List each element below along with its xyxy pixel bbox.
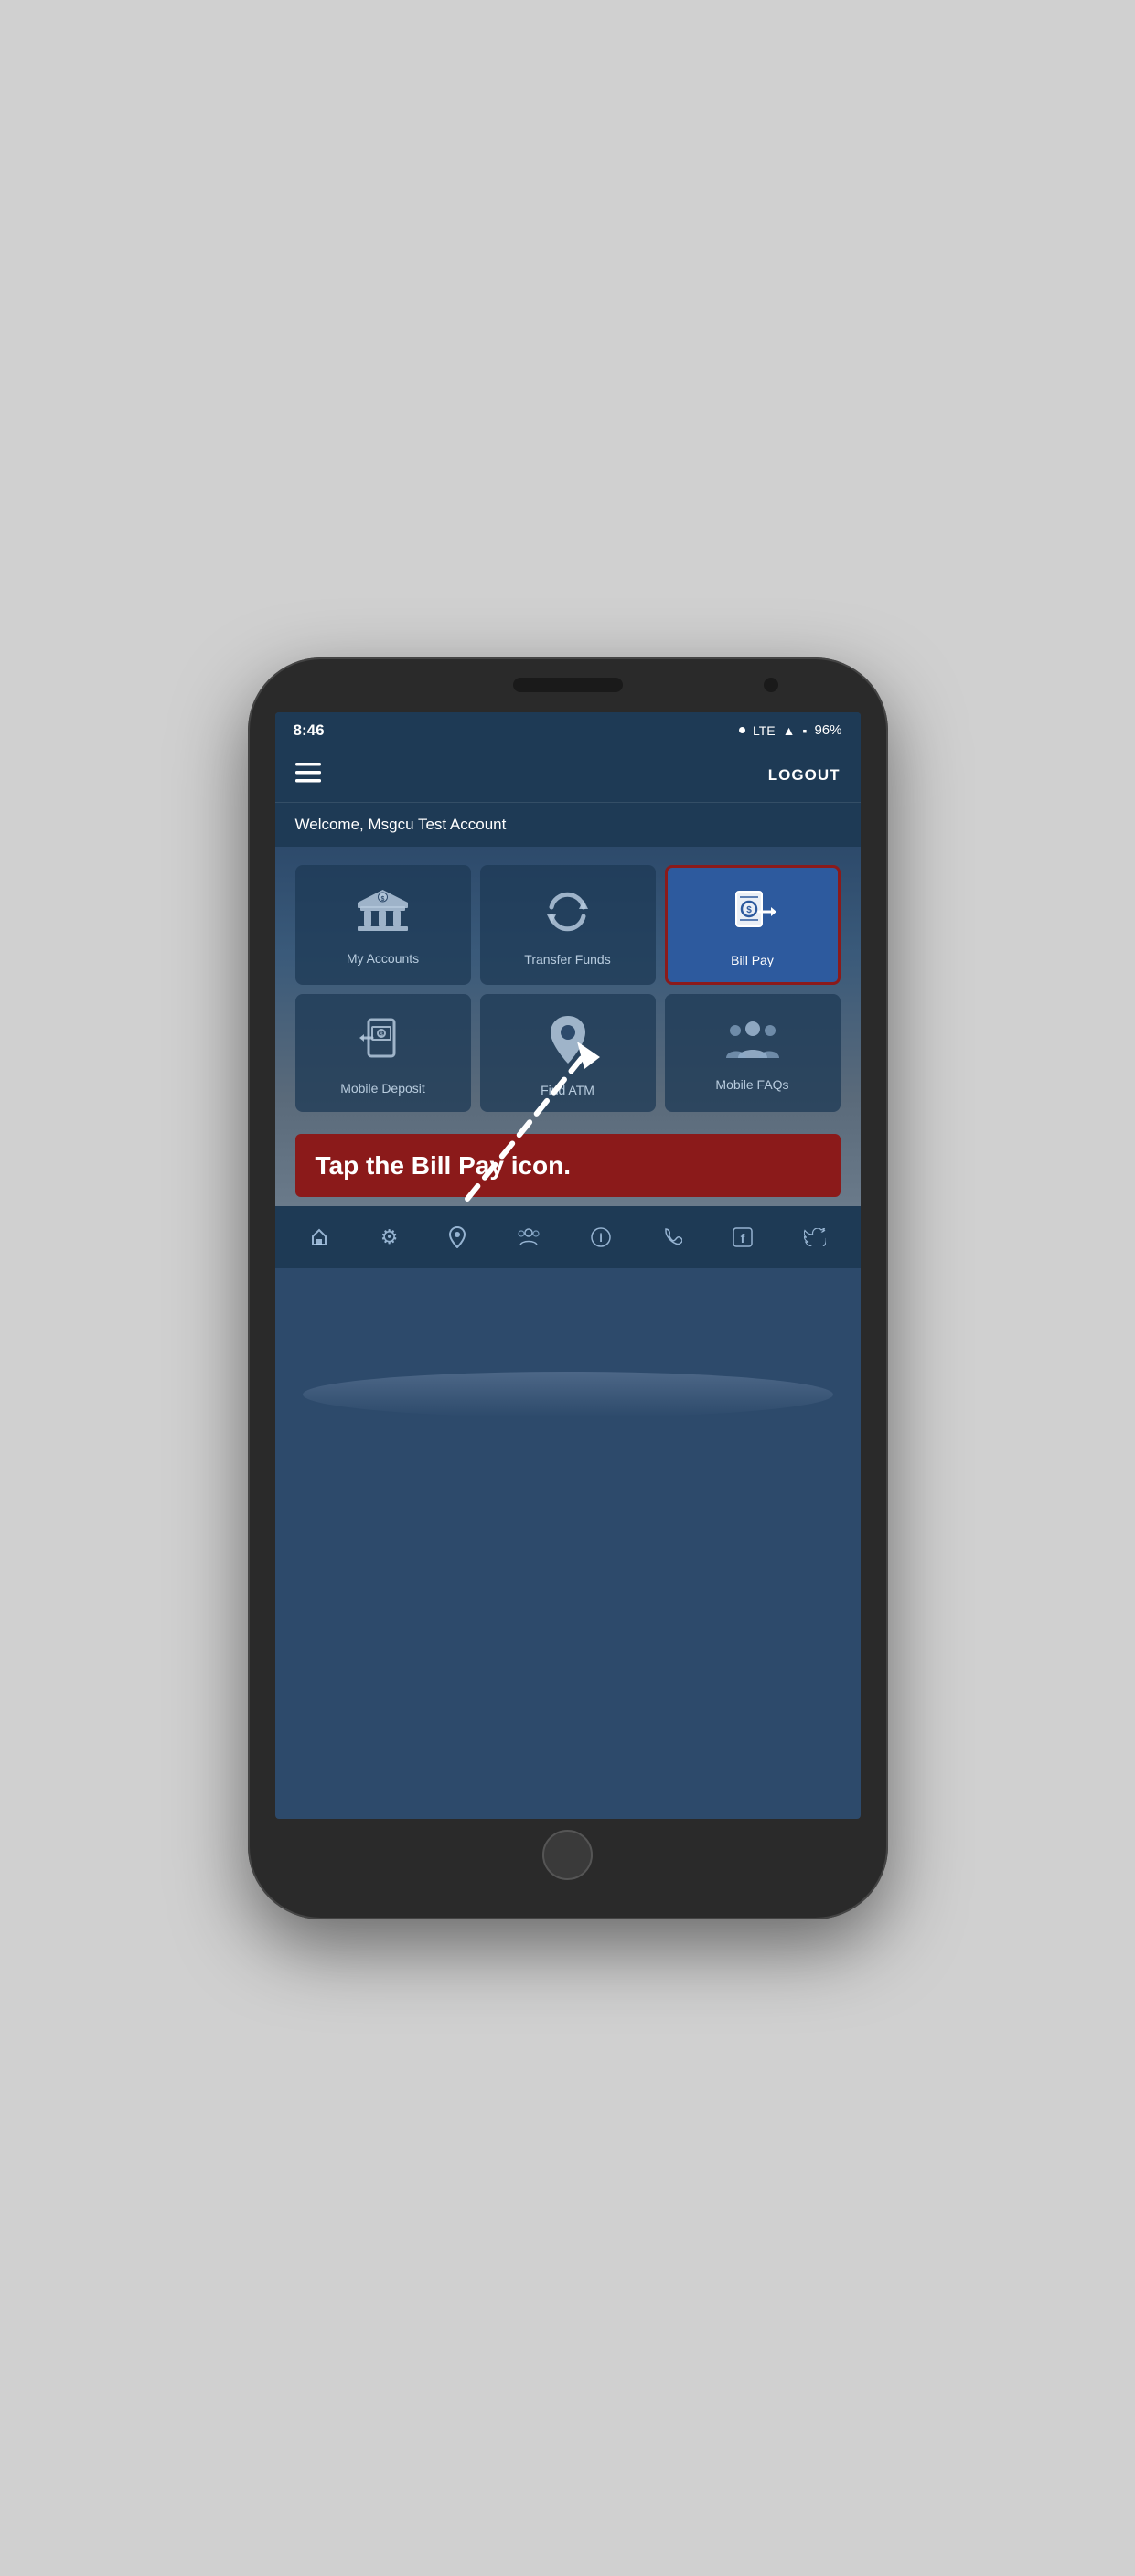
battery-percent: 96%: [814, 722, 841, 738]
home-button[interactable]: [542, 1830, 593, 1880]
mobile-deposit-label: Mobile Deposit: [340, 1081, 425, 1096]
phone-top-bar: [248, 657, 888, 712]
battery-icon: ▪: [803, 723, 808, 738]
phone-bottom: [248, 1819, 888, 1892]
status-bar: 8:46 LTE ▲ ▪ 96%: [275, 712, 861, 749]
header-bar: LOGOUT: [275, 749, 861, 802]
page-wrapper: 8:46 LTE ▲ ▪ 96% LOGOU: [0, 0, 1135, 2576]
signal-dot-icon: [739, 727, 745, 733]
tab-home-icon[interactable]: [309, 1227, 329, 1247]
mobile-faqs-tile[interactable]: Mobile FAQs: [665, 994, 841, 1112]
svg-text:i: i: [599, 1231, 603, 1245]
welcome-bar: Welcome, Msgcu Test Account: [275, 802, 861, 847]
tab-settings-icon[interactable]: ⚙: [380, 1225, 399, 1249]
find-atm-icon: [549, 1014, 587, 1072]
status-time: 8:46: [294, 721, 325, 740]
hamburger-menu-icon[interactable]: [295, 763, 321, 788]
main-content: $ My Accounts: [275, 847, 861, 1207]
my-accounts-tile[interactable]: $ My Accounts: [295, 865, 471, 985]
svg-text:f: f: [741, 1231, 745, 1245]
status-right: LTE ▲ ▪ 96%: [739, 722, 842, 738]
phone-reflection: [303, 1372, 833, 1417]
bank-icon: $: [358, 890, 408, 940]
logout-button[interactable]: LOGOUT: [768, 766, 841, 785]
mobile-faqs-icon: [726, 1020, 779, 1066]
svg-text:$: $: [381, 896, 385, 903]
mobile-deposit-icon: $: [359, 1016, 407, 1070]
phone-screen: 8:46 LTE ▲ ▪ 96% LOGOU: [275, 712, 861, 1819]
my-accounts-label: My Accounts: [347, 951, 419, 966]
app-grid: $ My Accounts: [295, 865, 841, 1112]
phone-camera: [764, 678, 778, 692]
transfer-funds-label: Transfer Funds: [524, 952, 610, 967]
phone-speaker: [513, 678, 623, 692]
lte-label: LTE: [753, 723, 776, 738]
bill-pay-tile[interactable]: $ Bill Pay: [665, 865, 841, 985]
tab-facebook-icon[interactable]: f: [733, 1227, 753, 1247]
bill-pay-icon: $: [729, 888, 776, 942]
tab-twitter-icon[interactable]: [804, 1228, 826, 1246]
mobile-faqs-label: Mobile FAQs: [715, 1077, 788, 1092]
tab-location-icon[interactable]: [449, 1226, 466, 1248]
instruction-text: Tap the Bill Pay icon.: [316, 1151, 572, 1180]
transfer-funds-tile[interactable]: Transfer Funds: [480, 865, 656, 985]
instruction-banner: Tap the Bill Pay icon.: [295, 1134, 841, 1198]
tab-people-icon[interactable]: [517, 1228, 541, 1246]
bottom-tab-bar: ⚙: [275, 1206, 861, 1268]
phone-shell: 8:46 LTE ▲ ▪ 96% LOGOU: [248, 657, 888, 1919]
tab-info-icon[interactable]: i: [591, 1227, 611, 1247]
find-atm-label: Find ATM: [541, 1083, 594, 1097]
svg-text:$: $: [746, 905, 752, 915]
signal-icon: ▲: [783, 723, 796, 738]
tab-phone-icon[interactable]: [662, 1227, 682, 1247]
bill-pay-label: Bill Pay: [731, 953, 774, 967]
mobile-deposit-tile[interactable]: $ Mobile Deposit: [295, 994, 471, 1112]
find-atm-tile[interactable]: Find ATM: [480, 994, 656, 1112]
transfer-icon: [542, 889, 593, 941]
welcome-text: Welcome, Msgcu Test Account: [295, 816, 507, 833]
